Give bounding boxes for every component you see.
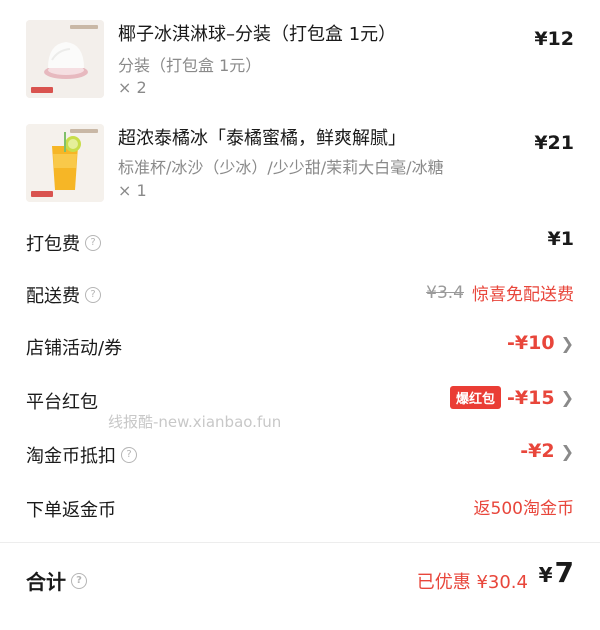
order-item[interactable]: 椰子冰淇淋球–分装（打包盒 1元） 分装（打包盒 1元） × 2 ¥12	[0, 20, 600, 110]
total-saved: 已优惠 ¥30.4	[416, 572, 528, 593]
item-price: ¥21	[534, 132, 574, 154]
delivery-fee-original: ¥3.4	[426, 282, 464, 303]
watermark-text: 线报酷-new.xianbao.fun	[108, 413, 282, 431]
packaging-fee-label: 打包费	[26, 234, 80, 255]
product-image	[26, 20, 104, 98]
divider	[0, 542, 600, 543]
product-image	[26, 124, 104, 202]
chevron-right-icon[interactable]: ❯	[561, 334, 574, 353]
item-spec: 标准杯/冰沙（少冰）/少少甜/茉莉大白毫/冰糖	[118, 158, 444, 177]
item-name: 超浓泰橘冰「泰橘蜜橘，鲜爽解腻」	[118, 128, 406, 149]
brand-logo	[31, 87, 53, 93]
packaging-fee-value: ¥1	[547, 228, 574, 250]
cashback-row: 下单返金币 返500淘金币	[0, 488, 600, 528]
total-label: 合计	[26, 570, 66, 594]
chevron-right-icon[interactable]: ❯	[561, 442, 574, 461]
platform-redpacket-label: 平台红包	[26, 392, 98, 413]
item-price: ¥12	[534, 28, 574, 50]
store-coupon-label: 店铺活动/券	[26, 338, 123, 359]
item-name: 椰子冰淇淋球–分装（打包盒 1元）	[118, 24, 397, 45]
brand-logo	[31, 191, 53, 197]
chevron-right-icon[interactable]: ❯	[561, 388, 574, 407]
total-amount-value: 7	[554, 556, 574, 589]
delivery-fee-promo: 惊喜免配送费	[472, 285, 574, 305]
question-circle-icon[interactable]: ?	[85, 235, 101, 251]
total-amount: ¥7	[539, 556, 574, 589]
item-quantity: × 1	[118, 181, 147, 200]
cashback-value: 返500淘金币	[473, 499, 574, 519]
order-item[interactable]: 超浓泰橘冰「泰橘蜜橘，鲜爽解腻」 标准杯/冰沙（少冰）/少少甜/茉莉大白毫/冰糖…	[0, 124, 600, 204]
redpacket-badge: 爆红包	[450, 386, 502, 409]
delivery-fee-row: 配送费 ? ¥3.4 惊喜免配送费	[0, 274, 600, 314]
cashback-label: 下单返金币	[26, 500, 116, 521]
total-currency: ¥	[538, 563, 553, 587]
platform-redpacket-value: -¥15	[507, 386, 555, 409]
platform-redpacket-row[interactable]: 平台红包 爆红包 -¥15 ❯	[0, 380, 600, 420]
taojinbi-label: 淘金币抵扣	[26, 446, 116, 467]
brand-tag	[70, 25, 98, 29]
brand-tag	[70, 129, 98, 133]
taojinbi-row[interactable]: 淘金币抵扣 ? -¥2 ❯	[0, 434, 600, 474]
question-circle-icon[interactable]: ?	[85, 287, 101, 303]
question-circle-icon[interactable]: ?	[71, 572, 87, 589]
total-label-group: 合计 ?	[26, 566, 87, 595]
taojinbi-value: -¥2	[520, 440, 555, 462]
question-circle-icon[interactable]: ?	[121, 447, 137, 463]
store-coupon-value: -¥10	[507, 332, 555, 354]
item-spec: 分装（打包盒 1元）	[118, 56, 262, 75]
packaging-fee-row: 打包费 ? ¥1	[0, 222, 600, 262]
store-coupon-row[interactable]: 店铺活动/券 -¥10 ❯	[0, 326, 600, 366]
item-quantity: × 2	[118, 78, 147, 97]
delivery-fee-label: 配送费	[26, 286, 80, 307]
